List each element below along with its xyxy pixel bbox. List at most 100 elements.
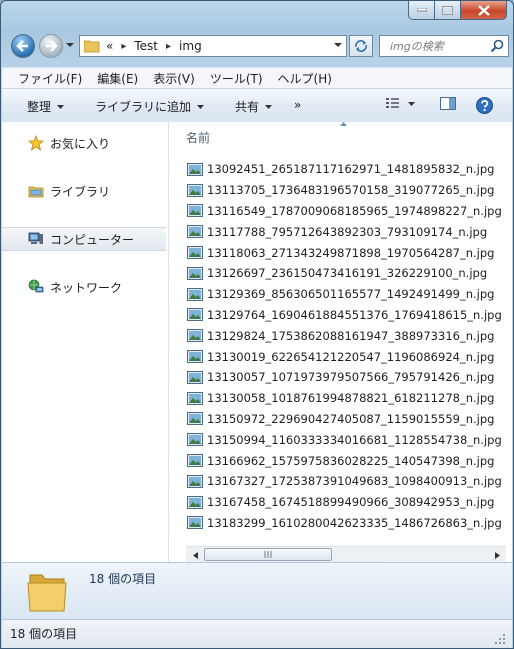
scroll-right-button[interactable] — [489, 547, 505, 563]
file-name: 13129824_1753862088161947_388973316_n.jp… — [207, 328, 495, 343]
change-view-button[interactable] — [385, 96, 415, 112]
back-button[interactable] — [11, 34, 35, 58]
navigation-pane: お気に入り ライブラリ コンピューター ネットワーク — [2, 122, 169, 562]
file-name: 13130057_1071973979507566_795791426_n.jp… — [207, 370, 495, 385]
nav-favorites-label: お気に入り — [50, 136, 111, 151]
minimize-icon — [416, 8, 427, 12]
image-file-icon — [187, 495, 203, 509]
forward-button[interactable] — [39, 34, 63, 58]
image-file-icon — [187, 412, 203, 426]
breadcrumb-separator[interactable]: ▸ — [166, 41, 171, 52]
organize-button[interactable]: 整理 — [27, 98, 65, 115]
folder-icon — [27, 574, 67, 612]
file-row[interactable]: 13092451_265187117162971_1481895832_n.jp… — [187, 159, 507, 180]
chevron-down-icon — [265, 104, 273, 109]
more-commands-label: » — [294, 98, 302, 112]
image-file-icon — [187, 391, 203, 405]
resize-grip-icon[interactable] — [494, 633, 506, 645]
nav-favorites[interactable]: お気に入り — [2, 131, 166, 155]
nav-computer[interactable]: コンピューター — [2, 227, 166, 251]
file-row[interactable]: 13117788_795712643892303_793109174_n.jpg — [187, 221, 507, 242]
file-name: 13116549_1787009068185965_1974898227_n.j… — [207, 203, 502, 218]
file-name: 13113705_1736483196570158_319077265_n.jp… — [207, 183, 495, 198]
organize-label: 整理 — [27, 100, 52, 114]
chevron-down-icon — [197, 104, 205, 109]
breadcrumb-test[interactable]: Test — [134, 39, 158, 53]
file-row[interactable]: 13130057_1071973979507566_795791426_n.jp… — [187, 367, 507, 388]
network-icon — [28, 279, 44, 293]
share-button[interactable]: 共有 — [235, 98, 273, 115]
image-file-icon — [187, 329, 203, 343]
menu-tools[interactable]: ツール(T) — [203, 70, 271, 87]
library-icon — [28, 186, 44, 198]
scrollbar-thumb[interactable] — [204, 548, 332, 561]
scroll-left-button[interactable] — [187, 547, 203, 563]
close-button[interactable] — [461, 1, 507, 20]
menu-bar: ファイル(F) 編集(E) 表示(V) ツール(T) ヘルプ(H) — [2, 67, 512, 88]
chevron-down-icon — [57, 104, 65, 109]
help-button[interactable] — [476, 97, 493, 114]
content-area: お気に入り ライブラリ コンピューター ネットワーク 名前 13092451_2… — [2, 122, 512, 563]
file-row[interactable]: 13116549_1787009068185965_1974898227_n.j… — [187, 201, 507, 222]
file-row[interactable]: 13150994_1160333334016681_1128554738_n.j… — [187, 429, 507, 450]
view-list-icon — [386, 98, 399, 108]
file-row[interactable]: 13150972_229690427405087_1159015559_n.jp… — [187, 409, 507, 430]
preview-pane-button[interactable] — [440, 96, 456, 112]
file-name: 13130019_622654121220547_1196086924_n.jp… — [207, 349, 495, 364]
caption-buttons — [408, 1, 507, 20]
close-icon — [477, 4, 490, 16]
recent-pages-dropdown[interactable] — [66, 43, 74, 48]
search-icon[interactable] — [490, 39, 504, 53]
file-row[interactable]: 13129369_856306501165577_1492491499_n.jp… — [187, 284, 507, 305]
file-row[interactable]: 13126697_236150473416191_326229100_n.jpg — [187, 263, 507, 284]
file-row[interactable]: 13167458_1674518899490966_308942953_n.jp… — [187, 492, 507, 513]
file-row[interactable]: 13130058_1018761994878821_618211278_n.jp… — [187, 388, 507, 409]
file-row[interactable]: 13118063_271343249871898_1970564287_n.jp… — [187, 242, 507, 263]
address-bar[interactable]: « ▸ Test ▸ img — [79, 35, 347, 57]
image-file-icon — [187, 162, 203, 176]
menu-help[interactable]: ヘルプ(H) — [271, 70, 340, 87]
forward-arrow-icon — [46, 40, 58, 52]
nav-computer-label: コンピューター — [50, 232, 135, 247]
more-commands-button[interactable]: » — [294, 98, 301, 112]
folder-icon — [84, 40, 100, 53]
minimize-button[interactable] — [408, 1, 435, 20]
breadcrumb-overflow[interactable]: « — [106, 39, 113, 53]
file-row[interactable]: 13183299_1610280042623335_1486726863_n.j… — [187, 513, 507, 534]
image-file-icon — [187, 225, 203, 239]
nav-libraries-label: ライブラリ — [50, 184, 111, 199]
search-input[interactable] — [388, 38, 492, 54]
column-header-name[interactable]: 名前 — [186, 129, 210, 146]
refresh-icon — [355, 40, 367, 52]
image-file-icon — [187, 308, 203, 322]
file-row[interactable]: 13129764_1690461884551376_1769418615_n.j… — [187, 305, 507, 326]
image-file-icon — [187, 204, 203, 218]
refresh-button[interactable] — [349, 35, 373, 57]
include-in-library-button[interactable]: ライブラリに追加 — [95, 98, 205, 115]
file-name: 13126697_236150473416191_326229100_n.jpg — [207, 266, 488, 281]
breadcrumb-img[interactable]: img — [179, 39, 202, 53]
back-arrow-icon — [16, 40, 28, 52]
file-name: 13118063_271343249871898_1970564287_n.jp… — [207, 245, 495, 260]
status-bar: 18 個の項目 — [2, 619, 512, 648]
nav-libraries[interactable]: ライブラリ — [2, 179, 166, 203]
file-row[interactable]: 13167327_1725387391049683_1098400913_n.j… — [187, 471, 507, 492]
search-box[interactable] — [379, 35, 509, 57]
file-name: 13117788_795712643892303_793109174_n.jpg — [207, 224, 488, 239]
file-row[interactable]: 13130019_622654121220547_1196086924_n.jp… — [187, 346, 507, 367]
breadcrumb-separator[interactable]: ▸ — [121, 41, 126, 52]
chevron-down-icon[interactable] — [334, 43, 342, 48]
file-name: 13167458_1674518899490966_308942953_n.jp… — [207, 495, 495, 510]
nav-network[interactable]: ネットワーク — [2, 275, 166, 299]
file-row[interactable]: 13113705_1736483196570158_319077265_n.jp… — [187, 180, 507, 201]
star-icon — [28, 135, 44, 151]
file-row[interactable]: 13129824_1753862088161947_388973316_n.jp… — [187, 325, 507, 346]
image-file-icon — [187, 183, 203, 197]
menu-edit[interactable]: 編集(E) — [90, 70, 146, 87]
file-row[interactable]: 13166962_1575975836028225_140547398_n.jp… — [187, 450, 507, 471]
menu-file[interactable]: ファイル(F) — [2, 70, 90, 87]
maximize-button[interactable] — [435, 1, 461, 20]
menu-view[interactable]: 表示(V) — [146, 70, 203, 87]
navigation-bar: « ▸ Test ▸ img — [9, 33, 509, 61]
horizontal-scrollbar[interactable] — [186, 546, 506, 563]
